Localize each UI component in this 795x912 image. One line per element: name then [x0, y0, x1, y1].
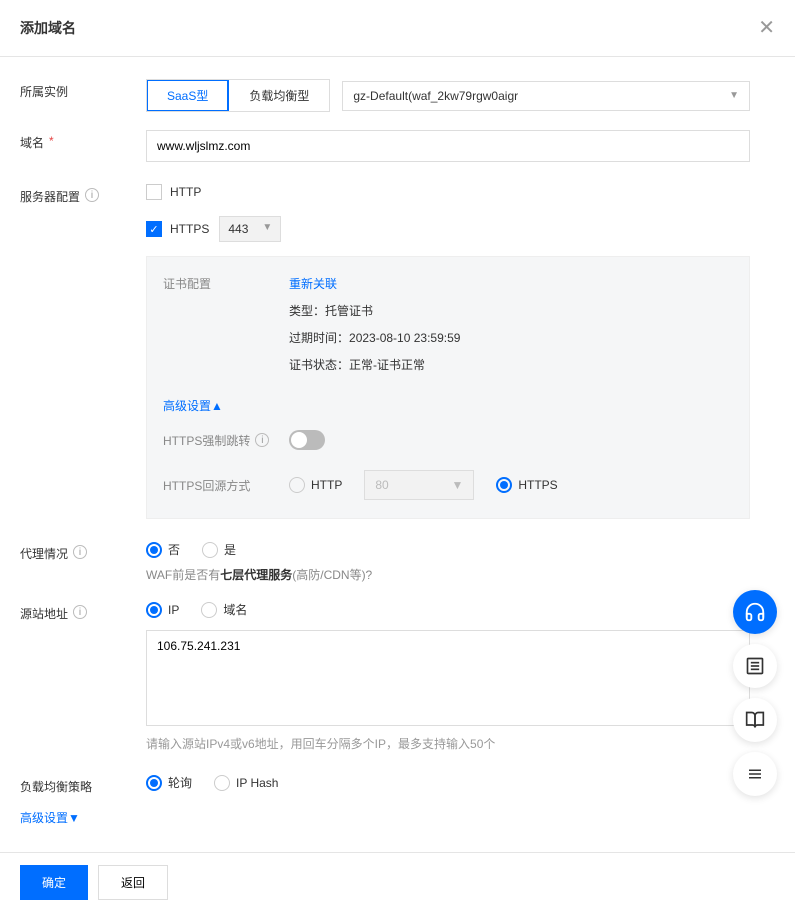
close-icon[interactable]: ✕ [758, 18, 775, 38]
https-label: HTTPS [170, 222, 209, 236]
instance-select-value: gz-Default(waf_2kw79rgw0aigr [353, 89, 518, 103]
https-port-select[interactable]: 443▼ [219, 216, 281, 242]
menu-icon[interactable] [733, 752, 777, 796]
info-icon: i [73, 605, 87, 619]
tab-saas[interactable]: SaaS型 [147, 80, 229, 111]
cert-config-label: 证书配置 [163, 275, 289, 292]
list-icon[interactable] [733, 644, 777, 688]
back-button[interactable]: 返回 [98, 865, 168, 900]
proxy-yes-radio[interactable]: 是 [202, 541, 236, 558]
https-origin-method-label: HTTPS回源方式 [163, 477, 289, 494]
info-icon: i [85, 188, 99, 202]
dialog-title: 添加域名 [20, 18, 76, 38]
lb-hash-radio[interactable]: IP Hash [214, 775, 278, 791]
origin-addr-label: 源站地址 i [20, 601, 146, 752]
https-checkbox[interactable]: ✓ HTTPS [146, 221, 209, 237]
http-checkbox[interactable]: HTTP [146, 184, 201, 200]
origin-help: 请输入源站IPv4或v6地址，用回车分隔多个IP，最多支持输入50个 [146, 735, 750, 752]
chevron-down-icon: ▼ [262, 222, 272, 236]
confirm-button[interactable]: 确定 [20, 865, 88, 900]
tab-clb[interactable]: 负载均衡型 [229, 80, 329, 111]
origin-https-radio[interactable]: HTTPS [496, 477, 557, 493]
origin-port-select: 80▼ [364, 470, 474, 500]
instance-select[interactable]: gz-Default(waf_2kw79rgw0aigr ▼ [342, 81, 750, 111]
cert-relink[interactable]: 重新关联 [289, 277, 337, 291]
info-icon: i [255, 433, 269, 447]
chevron-down-icon: ▼ [729, 90, 739, 101]
http-label: HTTP [170, 185, 201, 199]
info-icon: i [73, 545, 87, 559]
https-force-jump-label: HTTPS强制跳转 i [163, 432, 289, 449]
proxy-label: 代理情况 i [20, 541, 146, 583]
server-config-label: 服务器配置 i [20, 184, 146, 519]
origin-ip-radio[interactable]: IP [146, 602, 179, 618]
origin-http-radio[interactable]: HTTP [289, 477, 342, 493]
chevron-down-icon: ▼ [451, 478, 463, 492]
cert-advanced-toggle[interactable]: 高级设置▲ [163, 397, 223, 414]
proxy-no-radio[interactable]: 否 [146, 541, 180, 558]
origin-domain-radio[interactable]: 域名 [201, 601, 247, 618]
origin-addr-textarea[interactable]: 106.75.241.231 [146, 630, 750, 726]
instance-type-segment: SaaS型 负载均衡型 [146, 79, 330, 112]
lb-poll-radio[interactable]: 轮询 [146, 774, 192, 791]
https-force-jump-toggle[interactable] [289, 430, 325, 450]
book-icon[interactable] [733, 698, 777, 742]
instance-label: 所属实例 [20, 79, 146, 112]
lb-label: 负载均衡策略 [20, 774, 146, 795]
domain-input[interactable] [146, 130, 750, 162]
support-icon[interactable] [733, 590, 777, 634]
advanced-settings-toggle[interactable]: 高级设置▼ [20, 809, 775, 826]
domain-label: 域名* [20, 130, 146, 162]
